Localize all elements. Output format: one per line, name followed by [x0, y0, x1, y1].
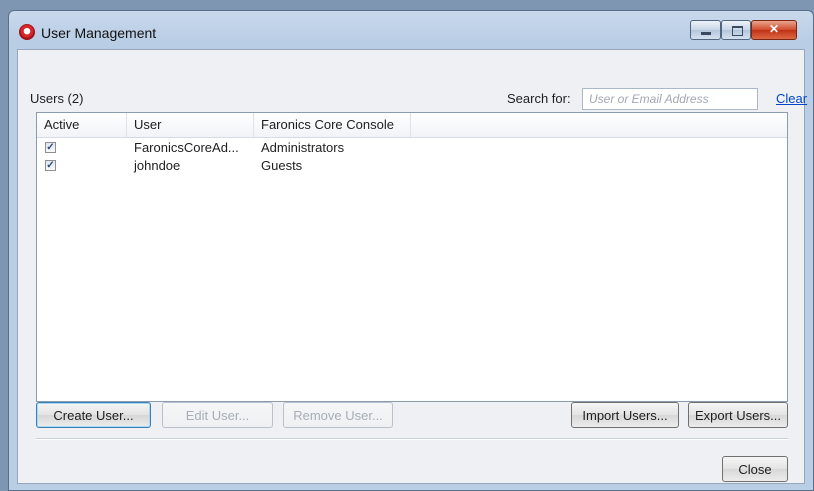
close-icon: ✕: [768, 22, 780, 36]
user-cell: FaronicsCoreAd...: [134, 140, 239, 155]
column-header-user[interactable]: User: [127, 113, 254, 137]
minimize-icon: [701, 32, 711, 35]
active-checkbox[interactable]: ✓: [45, 160, 56, 171]
column-header-active[interactable]: Active: [37, 113, 127, 137]
table-row[interactable]: ✓ FaronicsCoreAd... Administrators: [37, 139, 787, 157]
remove-user-button[interactable]: Remove User...: [283, 402, 393, 428]
list-header: Active User Faronics Core Console: [37, 113, 787, 138]
column-header-console[interactable]: Faronics Core Console: [254, 113, 411, 137]
title-bar[interactable]: User Management ✕: [9, 11, 813, 49]
app-icon: [19, 24, 35, 40]
console-group-cell: Administrators: [261, 140, 345, 155]
close-window-button[interactable]: ✕: [751, 20, 797, 40]
window-title: User Management: [41, 25, 157, 41]
close-button[interactable]: Close: [722, 456, 788, 482]
search-input[interactable]: [582, 88, 758, 110]
clear-link[interactable]: Clear: [776, 91, 807, 106]
active-checkbox[interactable]: ✓: [45, 142, 56, 153]
edit-user-button[interactable]: Edit User...: [162, 402, 273, 428]
checkbox-checked-icon: ✓: [46, 160, 55, 171]
table-row[interactable]: ✓ johndoe Guests: [37, 157, 787, 175]
maximize-button[interactable]: [721, 20, 751, 40]
import-users-button[interactable]: Import Users...: [571, 402, 679, 428]
divider: [36, 438, 788, 440]
export-users-button[interactable]: Export Users...: [688, 402, 788, 428]
users-count-label: Users (2): [30, 91, 84, 106]
checkbox-checked-icon: ✓: [46, 142, 55, 153]
create-user-button[interactable]: Create User...: [36, 402, 151, 428]
user-management-window: User Management ✕ Users (2) Search for: …: [8, 10, 814, 491]
minimize-button[interactable]: [690, 20, 721, 40]
console-group-cell: Guests: [261, 158, 303, 173]
dialog-body: Users (2) Search for: Clear Active User …: [17, 49, 807, 484]
maximize-icon: [732, 26, 743, 36]
users-list[interactable]: Active User Faronics Core Console ✓ Faro…: [36, 112, 788, 402]
search-label: Search for:: [507, 91, 571, 106]
user-cell: johndoe: [134, 158, 181, 173]
